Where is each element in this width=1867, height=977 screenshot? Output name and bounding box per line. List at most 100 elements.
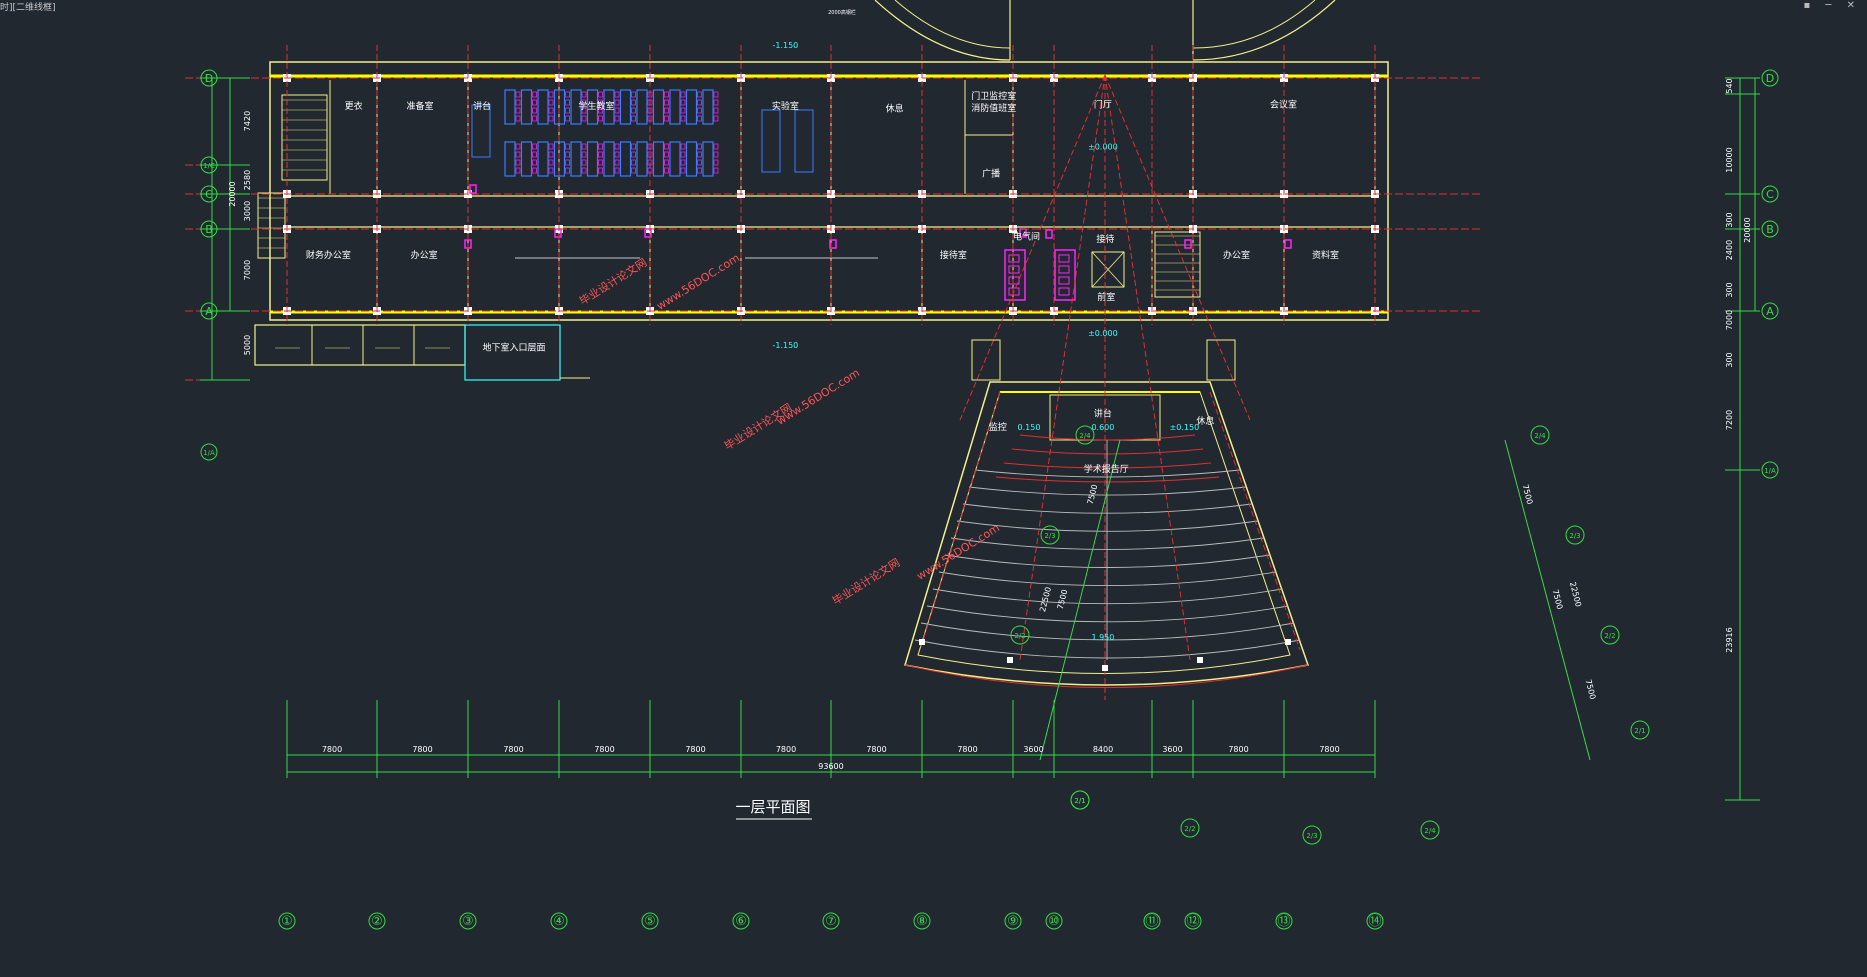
classroom-desk xyxy=(520,89,533,125)
classroom-chair xyxy=(664,99,669,106)
classroom-chair xyxy=(614,91,620,98)
classroom-desk xyxy=(636,89,648,125)
classroom-chair xyxy=(697,159,702,166)
furniture-layer xyxy=(471,89,814,177)
classroom-chair xyxy=(631,143,636,150)
room-label-r_zhongkong: 监控 xyxy=(989,421,1007,433)
row-axis-1C: 1/C xyxy=(203,162,215,170)
hall-axis-left-0: 2/4 xyxy=(1079,432,1091,440)
hall-stage-curve xyxy=(1019,434,1196,441)
hall-dim-left xyxy=(1039,439,1121,761)
hall-seat-row xyxy=(932,588,1283,605)
classroom-chair xyxy=(631,107,636,114)
left-dim-total: 20000 xyxy=(228,181,237,206)
toilet-fixture xyxy=(1008,265,1020,274)
hall-dim-left-1: 7500 xyxy=(1056,588,1070,610)
room-label-r_shiyan: 实验室 xyxy=(772,100,799,112)
classroom-chair xyxy=(515,107,521,114)
classroom-chair xyxy=(680,143,686,150)
classroom-chair xyxy=(713,115,719,122)
dim-bay-5: 7800 xyxy=(685,745,705,754)
col-axis-label-7: ⑦ xyxy=(825,914,837,929)
watermark-0: 毕业设计论文网 xyxy=(577,255,650,308)
classroom-chair xyxy=(713,143,719,150)
col-axis-label-14: ⑭ xyxy=(1368,914,1381,929)
classroom-chair xyxy=(614,143,620,150)
classroom-chair xyxy=(548,143,554,150)
toilet-block-0 xyxy=(1004,249,1026,301)
classroom-chair xyxy=(664,167,669,174)
floor-plan-drawing: 7800 7800 7800 7800 7800 7800 7800 7800 3600 8400… xyxy=(185,0,1779,930)
south-annex xyxy=(254,324,466,366)
row-axis-right-B: B xyxy=(1766,223,1774,236)
hall-radial-4 xyxy=(959,74,1106,421)
classroom-chair xyxy=(680,91,686,98)
col-axis-label-9: ⑨ xyxy=(1007,914,1019,929)
classroom-chair xyxy=(565,159,570,166)
left-dim-2: 3000 xyxy=(243,201,252,221)
porch-curve-l xyxy=(874,0,1011,61)
classroom-chair xyxy=(697,91,702,98)
hall-axis-left-1: 2/3 xyxy=(1044,532,1055,540)
axis-grid-layer xyxy=(185,45,1480,381)
hall-dim-right-2: 7500 xyxy=(1584,678,1598,700)
classroom-chair xyxy=(664,91,669,98)
room-label-r_jiangtai2: 讲台 xyxy=(1094,408,1112,420)
hall-axis-right-1: 2/3 xyxy=(1569,532,1580,540)
classroom-chair xyxy=(565,151,570,158)
classroom-desk xyxy=(652,89,665,125)
classroom-chair xyxy=(515,159,521,166)
hall-seat-row xyxy=(962,503,1253,514)
room-label-r_bangong2: 办公室 xyxy=(1223,249,1250,261)
classroom-chair xyxy=(532,91,537,98)
hall-steps-l xyxy=(971,339,1001,381)
hall-column xyxy=(1197,657,1203,663)
dimension-layer xyxy=(200,69,1779,930)
lab-bench-2 xyxy=(794,109,814,173)
classroom-chair xyxy=(614,167,620,174)
classroom-desk xyxy=(570,141,582,177)
stair-west xyxy=(281,94,328,181)
classroom-chair xyxy=(697,143,702,150)
col-axis-label-12: ⑫ xyxy=(1186,914,1199,929)
col-axis-label-5: ⑤ xyxy=(644,914,656,929)
dim-bay-1: 7800 xyxy=(322,745,342,754)
classroom-desk xyxy=(702,141,714,177)
classroom-chair xyxy=(565,115,570,122)
left-dim-0: 7420 xyxy=(243,111,252,131)
hall-stage-curve xyxy=(1011,448,1204,455)
classroom-desk xyxy=(669,89,681,125)
right-dim-7: 7200 xyxy=(1725,410,1734,430)
room-label-r_dixia: 地下室入口层面 xyxy=(483,341,546,353)
level-mark-4: 0.150 xyxy=(1018,423,1041,432)
classroom-chair xyxy=(713,107,719,114)
classroom-chair xyxy=(697,167,702,174)
row-axis-right-D: D xyxy=(1766,72,1774,85)
hall-seat-row xyxy=(926,605,1289,623)
classroom-chair xyxy=(548,159,554,166)
porch-curve-l2 xyxy=(894,0,1011,49)
dim-bay-9: 3600 xyxy=(1023,745,1043,754)
level-mark-7: 1.950 xyxy=(1091,633,1114,642)
classroom-chair xyxy=(614,99,620,106)
hall-dim-left-0: 7500 xyxy=(1086,483,1100,505)
classroom-chair xyxy=(664,115,669,122)
classroom-chair xyxy=(532,159,537,166)
classroom-desk xyxy=(685,141,698,177)
room-label-r_huiyi: 会议室 xyxy=(1270,99,1297,111)
classroom-chair xyxy=(614,159,620,166)
room-label-r_jiexi: 接待 xyxy=(1096,233,1114,245)
classroom-chair xyxy=(598,115,603,122)
col-axis-label-4: ④ xyxy=(553,914,565,929)
classroom-chair xyxy=(631,115,636,122)
toilet-fixture xyxy=(1058,276,1070,285)
classroom-chair xyxy=(515,151,521,158)
dim-bay-12: 7800 xyxy=(1228,745,1248,754)
hall-seat-row xyxy=(950,537,1265,550)
dim-bay-2: 7800 xyxy=(412,745,432,754)
classroom-chair xyxy=(680,151,686,158)
room-label-r_jiedai: 接待室 xyxy=(940,249,967,261)
row-axis-left-A: A xyxy=(205,305,213,318)
dim-total: 93600 xyxy=(818,762,843,771)
level-mark-3: -1.150 xyxy=(772,341,798,350)
